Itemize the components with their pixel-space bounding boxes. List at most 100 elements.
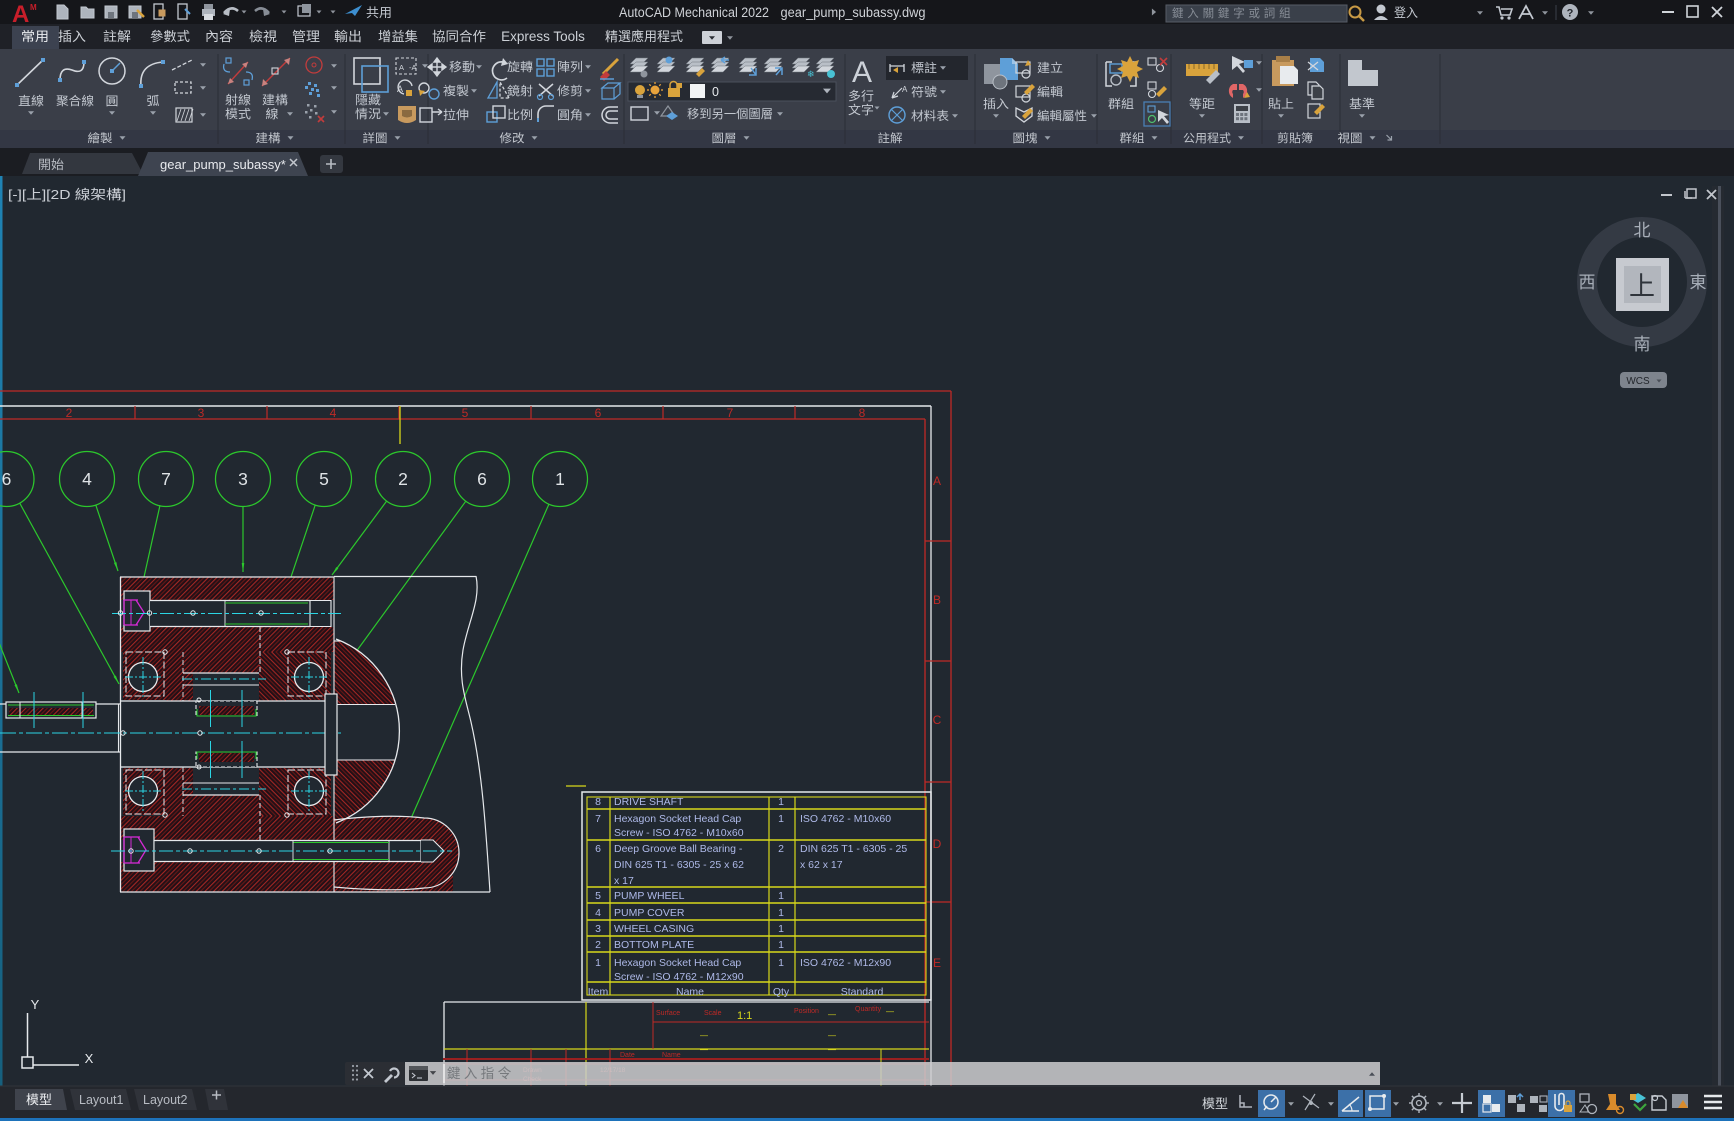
svg-text:A: A <box>933 474 941 488</box>
svg-text:鍵入指令: 鍵入指令 <box>447 1066 515 1081</box>
svg-text:圖層: 圖層 <box>712 132 737 145</box>
svg-text:Qty: Qty <box>773 986 790 998</box>
svg-text:西: 西 <box>1579 273 1596 292</box>
svg-text:聚合線: 聚合線 <box>56 93 94 108</box>
svg-text:C: C <box>933 713 942 727</box>
svg-text:[-][上][2D 線架構]: [-][上][2D 線架構] <box>8 187 126 202</box>
svg-text:Layout2: Layout2 <box>143 1093 188 1107</box>
svg-text:Express Tools: Express Tools <box>501 29 585 44</box>
svg-text:ISO 4762 - M10x60: ISO 4762 - M10x60 <box>800 813 891 825</box>
svg-text:管理: 管理 <box>292 29 320 44</box>
svg-text:Deep Groove Ball Bearing -: Deep Groove Ball Bearing - <box>614 843 743 855</box>
svg-text:移動: 移動 <box>449 60 475 74</box>
svg-text:gear_pump_subassy*: gear_pump_subassy* <box>160 157 286 172</box>
svg-text:1: 1 <box>778 939 784 951</box>
svg-text:x 62 x 17: x 62 x 17 <box>800 859 843 871</box>
svg-text:8: 8 <box>859 406 866 420</box>
svg-text:共用: 共用 <box>366 6 392 20</box>
svg-text:公用程式: 公用程式 <box>1183 132 1232 145</box>
svg-text:符號: 符號 <box>911 84 937 99</box>
svg-text:7: 7 <box>727 406 734 420</box>
svg-text:❄: ❄ <box>807 69 815 79</box>
svg-text:基準: 基準 <box>1349 96 1375 111</box>
svg-text:Quantity: Quantity <box>855 1006 882 1013</box>
svg-text:移到另一個圖層: 移到另一個圖層 <box>687 107 773 121</box>
svg-text:E: E <box>933 956 941 970</box>
svg-text:3: 3 <box>595 923 601 935</box>
svg-text:Date: Date <box>620 1052 635 1059</box>
svg-text:WHEEL CASING: WHEEL CASING <box>614 923 694 935</box>
svg-text:增益集: 增益集 <box>378 29 418 44</box>
svg-text:參數式: 參數式 <box>150 29 190 44</box>
svg-text:鍵入關鍵字或詞組: 鍵入關鍵字或詞組 <box>1172 6 1294 20</box>
svg-text:2: 2 <box>778 843 784 855</box>
svg-text:B: B <box>933 593 941 607</box>
svg-text:Surface: Surface <box>656 1010 680 1017</box>
svg-text:—: — <box>828 1031 836 1040</box>
svg-text:等距: 等距 <box>1189 97 1215 111</box>
svg-text:開始: 開始 <box>38 158 65 172</box>
svg-text:情況: 情況 <box>355 106 381 121</box>
svg-text:A: A <box>399 63 404 72</box>
svg-text:圖塊: 圖塊 <box>1013 131 1039 145</box>
svg-text:—: — <box>828 1010 836 1019</box>
svg-text:gear_pump_subassy.dwg: gear_pump_subassy.dwg <box>781 5 926 20</box>
svg-text:7: 7 <box>595 813 601 825</box>
svg-text:常用: 常用 <box>21 29 49 44</box>
svg-text:精選應用程式: 精選應用程式 <box>605 29 683 44</box>
svg-text:1:1: 1:1 <box>737 1010 752 1022</box>
svg-text:Y: Y <box>31 997 40 1012</box>
svg-text:A: A <box>12 1 29 28</box>
svg-text:建構: 建構 <box>262 93 288 107</box>
svg-text:X: X <box>85 1051 94 1066</box>
svg-text:Hexagon Socket Head Cap: Hexagon Socket Head Cap <box>614 813 741 825</box>
svg-text:註解: 註解 <box>103 29 131 44</box>
svg-text:Scale: Scale <box>704 1010 722 1017</box>
svg-text:詳圖: 詳圖 <box>363 131 388 145</box>
svg-text:1: 1 <box>778 796 784 808</box>
svg-text:6: 6 <box>595 843 601 855</box>
svg-text:旋轉: 旋轉 <box>507 60 533 74</box>
svg-text:6: 6 <box>2 469 12 489</box>
svg-text:修改: 修改 <box>500 131 526 145</box>
svg-text:6: 6 <box>477 469 487 489</box>
svg-text:3: 3 <box>198 406 205 420</box>
svg-text:1: 1 <box>778 813 784 825</box>
svg-text:M: M <box>30 3 37 12</box>
svg-text:-A: -A <box>409 63 417 72</box>
svg-text:協同合作: 協同合作 <box>432 29 486 44</box>
svg-text:A: A <box>902 85 908 94</box>
svg-text:登入: 登入 <box>1394 5 1418 20</box>
svg-text:1: 1 <box>778 907 784 919</box>
svg-text:Screw - ISO 4762 - M10x60: Screw - ISO 4762 - M10x60 <box>614 827 744 839</box>
svg-text:DIN 625 T1 - 6305 - 25: DIN 625 T1 - 6305 - 25 <box>800 843 907 855</box>
svg-text:Name: Name <box>662 1052 681 1059</box>
svg-text:模式: 模式 <box>225 107 251 121</box>
svg-text:隱藏: 隱藏 <box>355 93 381 107</box>
svg-text:貼上: 貼上 <box>1268 96 1294 111</box>
svg-text:Item: Item <box>588 986 609 998</box>
svg-text:A: A <box>852 56 872 89</box>
svg-text:群組: 群組 <box>1120 131 1146 145</box>
svg-text:1: 1 <box>595 957 601 969</box>
svg-text:AutoCAD Mechanical 2022: AutoCAD Mechanical 2022 <box>619 5 769 20</box>
svg-text:Standard: Standard <box>841 986 884 998</box>
svg-text:上: 上 <box>1629 271 1655 301</box>
svg-text:DIN 625 T1 - 6305 - 25 x 62: DIN 625 T1 - 6305 - 25 x 62 <box>614 859 744 871</box>
svg-text:複製: 複製 <box>443 83 469 98</box>
svg-text:檢視: 檢視 <box>249 29 277 44</box>
svg-text:視圖: 視圖 <box>1338 131 1363 145</box>
svg-text:ISO 4762 - M12x90: ISO 4762 - M12x90 <box>800 957 891 969</box>
svg-text:直線: 直線 <box>18 93 44 108</box>
svg-text:鏡射: 鏡射 <box>507 83 533 98</box>
svg-text:WCS: WCS <box>1626 376 1650 387</box>
svg-text:6: 6 <box>595 406 602 420</box>
svg-text:建構: 建構 <box>256 131 282 145</box>
svg-text:編輯: 編輯 <box>1037 84 1063 99</box>
svg-text:BOTTOM PLATE: BOTTOM PLATE <box>614 939 694 951</box>
svg-text:Name: Name <box>676 986 704 998</box>
svg-text:文字: 文字 <box>848 102 874 117</box>
svg-text:—: — <box>828 1045 836 1054</box>
svg-text:模型: 模型 <box>26 1093 52 1107</box>
svg-text:2: 2 <box>595 939 601 951</box>
